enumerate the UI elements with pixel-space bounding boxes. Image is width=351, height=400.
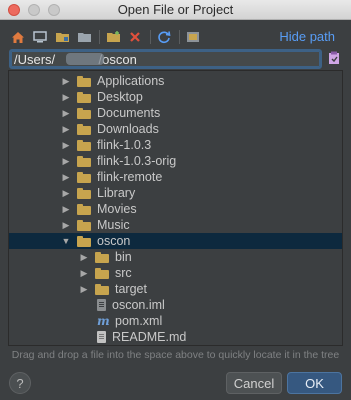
tree-item-label: Downloads xyxy=(97,122,159,136)
tree-item-label: bin xyxy=(115,250,132,264)
tree-item-label: Desktop xyxy=(97,90,143,104)
tree-folder-row[interactable]: ▶ Music xyxy=(9,217,342,233)
tree-folder-row[interactable]: ▶ Library xyxy=(9,185,342,201)
folder-icon xyxy=(77,75,91,87)
expand-arrow-icon[interactable]: ▶ xyxy=(61,220,71,231)
expand-arrow-icon[interactable]: ▶ xyxy=(61,76,71,87)
tree-folder-row[interactable]: ▶ Documents xyxy=(9,105,342,121)
tree-item-label: flink-remote xyxy=(97,170,163,184)
toolbar: Hide path xyxy=(10,27,341,47)
tree-item-label: Library xyxy=(97,186,136,200)
tree-item-label: Documents xyxy=(97,106,161,120)
tree-folder-row[interactable]: ▶ flink-1.0.3-orig xyxy=(9,153,342,169)
redacted-username xyxy=(66,53,104,65)
delete-icon[interactable] xyxy=(127,29,143,45)
tree-item-label: Applications xyxy=(97,74,165,88)
collapse-arrow-icon[interactable]: ▼ xyxy=(61,236,71,246)
folder-icon xyxy=(77,139,91,151)
iml-file-icon xyxy=(97,299,106,311)
path-paste-icon[interactable] xyxy=(328,51,340,68)
expand-arrow-icon[interactable]: ▶ xyxy=(61,188,71,199)
tree-item-label: oscon.iml xyxy=(112,298,165,312)
window-zoom-button[interactable] xyxy=(48,4,60,16)
tree-item-label: flink-1.0.3-orig xyxy=(97,154,177,168)
folder-icon xyxy=(77,155,91,167)
tree-folder-row[interactable]: ▶ Downloads xyxy=(9,121,342,137)
tree-item-label: Music xyxy=(97,218,130,232)
window-close-button[interactable] xyxy=(8,4,20,16)
file-tree[interactable]: ▶ Applications ▶ Desktop ▶ Documents ▶ Download… xyxy=(8,70,343,346)
folder-icon xyxy=(77,203,91,215)
folder-icon xyxy=(77,235,91,247)
folder-icon xyxy=(77,171,91,183)
expand-arrow-icon[interactable]: ▶ xyxy=(61,140,71,151)
folder-icon xyxy=(77,187,91,199)
tree-folder-row[interactable]: ▼ oscon xyxy=(9,233,342,249)
expand-arrow-icon[interactable]: ▶ xyxy=(79,268,89,279)
ok-button[interactable]: OK xyxy=(287,372,342,394)
drag-drop-hint: Drag and drop a file into the space abov… xyxy=(11,349,340,361)
new-folder-icon[interactable] xyxy=(105,29,121,45)
home-icon[interactable] xyxy=(10,29,26,45)
refresh-icon[interactable] xyxy=(156,29,172,45)
maven-file-icon: m xyxy=(97,313,110,328)
tree-item-label: README.md xyxy=(112,330,187,344)
window-title: Open File or Project xyxy=(117,2,234,17)
tree-item-label: Movies xyxy=(97,202,137,216)
path-row xyxy=(9,49,343,69)
expand-arrow-icon[interactable]: ▶ xyxy=(79,252,89,263)
folder-icon xyxy=(95,251,109,263)
hide-path-link[interactable]: Hide path xyxy=(279,29,335,44)
tree-folder-row[interactable]: ▶ flink-remote xyxy=(9,169,342,185)
tree-item-label: oscon xyxy=(97,234,131,248)
tree-item-label: src xyxy=(115,266,132,280)
window-minimize-button[interactable] xyxy=(28,4,40,16)
folder-icon xyxy=(77,107,91,119)
desktop-icon[interactable] xyxy=(32,29,48,45)
tree-item-label: target xyxy=(115,282,147,296)
folder-icon xyxy=(77,91,91,103)
tree-file-row[interactable]: oscon.iml xyxy=(9,297,342,313)
expand-arrow-icon[interactable]: ▶ xyxy=(79,284,89,295)
tree-folder-row[interactable]: ▶ Applications xyxy=(9,73,342,89)
folder-icon xyxy=(95,267,109,279)
expand-arrow-icon[interactable]: ▶ xyxy=(61,204,71,215)
toolbar-separator xyxy=(150,30,151,44)
folder-icon xyxy=(95,283,109,295)
title-bar: Open File or Project xyxy=(0,0,351,20)
path-input[interactable] xyxy=(9,49,322,69)
tree-folder-row[interactable]: ▶ Desktop xyxy=(9,89,342,105)
tree-folder-row[interactable]: ▶ src xyxy=(9,265,342,281)
expand-arrow-icon[interactable]: ▶ xyxy=(61,108,71,119)
tree-item-label: pom.xml xyxy=(115,314,163,328)
project-folder-icon[interactable] xyxy=(54,29,70,45)
help-button[interactable]: ? xyxy=(9,372,31,394)
tree-item-label: flink-1.0.3 xyxy=(97,138,152,152)
folder-icon xyxy=(77,123,91,135)
folder-icon xyxy=(77,219,91,231)
module-folder-icon[interactable] xyxy=(76,29,92,45)
tree-folder-row[interactable]: ▶ Movies xyxy=(9,201,342,217)
expand-arrow-icon[interactable]: ▶ xyxy=(61,172,71,183)
markdown-file-icon xyxy=(97,331,106,343)
expand-arrow-icon[interactable]: ▶ xyxy=(61,156,71,167)
cancel-button[interactable]: Cancel xyxy=(226,372,282,394)
toolbar-separator xyxy=(99,30,100,44)
toggle-hidden-icon[interactable] xyxy=(185,29,201,45)
tree-folder-row[interactable]: ▶ bin xyxy=(9,249,342,265)
expand-arrow-icon[interactable]: ▶ xyxy=(61,92,71,103)
tree-folder-row[interactable]: ▶ flink-1.0.3 xyxy=(9,137,342,153)
expand-arrow-icon[interactable]: ▶ xyxy=(61,124,71,135)
tree-file-row[interactable]: m pom.xml xyxy=(9,313,342,329)
toolbar-separator xyxy=(179,30,180,44)
tree-file-row[interactable]: README.md xyxy=(9,329,342,345)
tree-folder-row[interactable]: ▶ target xyxy=(9,281,342,297)
